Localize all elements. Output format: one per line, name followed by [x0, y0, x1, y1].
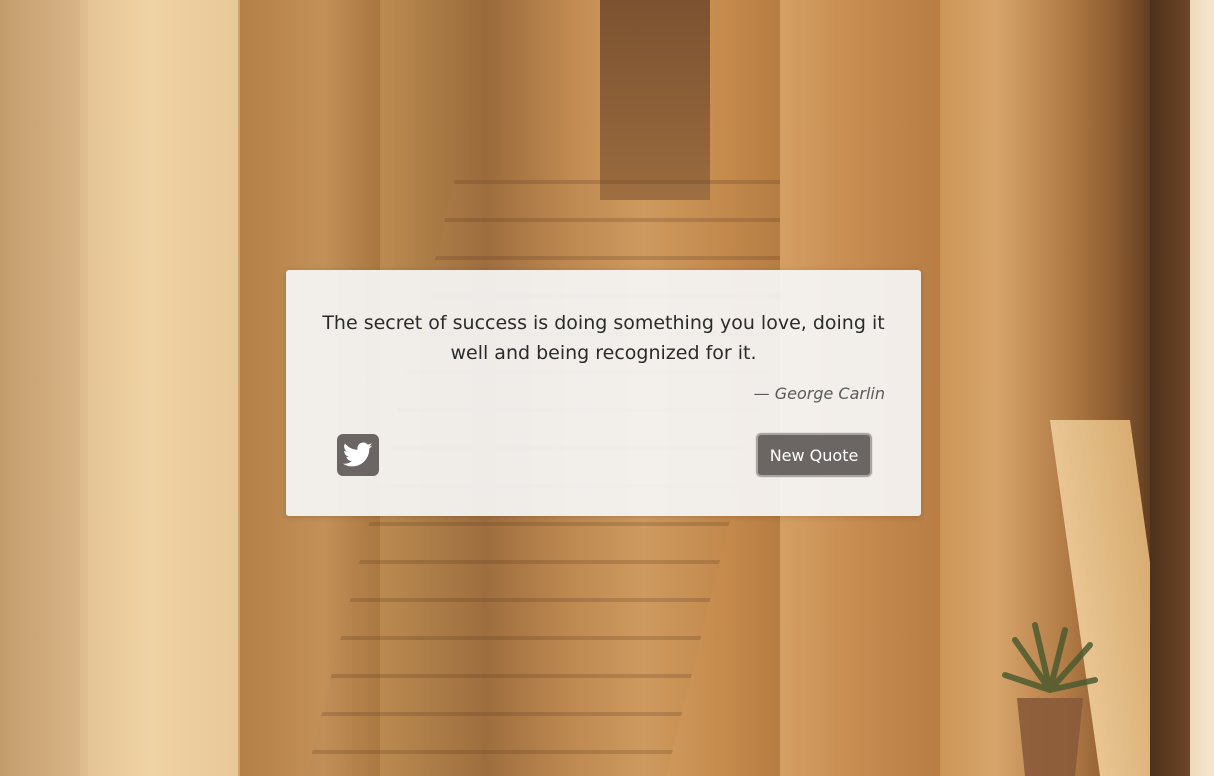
quote-text: The secret of success is doing something… [322, 312, 885, 364]
background-potted-plant [1002, 622, 1098, 776]
quote-card: The secret of success is doing something… [286, 270, 921, 516]
background-doorway [600, 0, 710, 200]
quote-author: — George Carlin [753, 384, 885, 403]
new-quote-button[interactable]: New Quote [756, 433, 872, 477]
tweet-quote-button[interactable] [337, 434, 379, 476]
background-wall-left [0, 0, 80, 776]
background-column [88, 0, 238, 776]
twitter-icon [343, 442, 373, 467]
background-dark-frame [1150, 0, 1190, 776]
background-bright-edge [1190, 0, 1214, 776]
